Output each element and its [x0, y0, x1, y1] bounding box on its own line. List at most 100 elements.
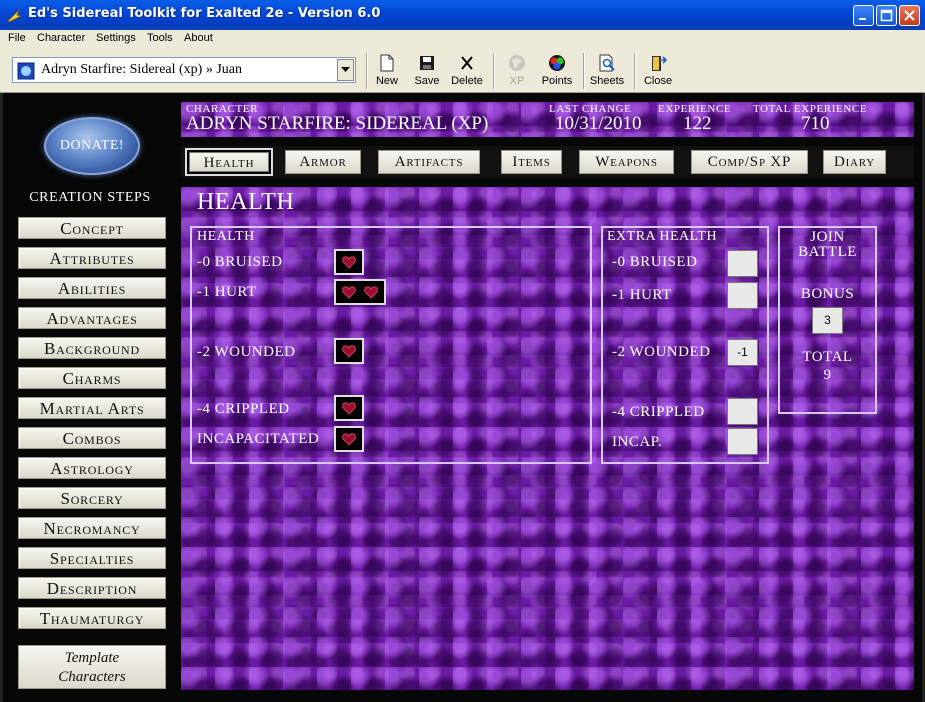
toolbar: Adryn Starfire: Sidereal (xp) » Juan New…: [0, 49, 925, 93]
bonus-label: BONUS: [800, 286, 855, 302]
join-battle-title-line2: BATTLE: [798, 244, 857, 260]
health-group-title: HEALTH: [197, 229, 255, 244]
template-label-line2: Characters: [58, 669, 126, 685]
menu-settings[interactable]: Settings: [96, 32, 136, 44]
points-logo-icon: [549, 55, 565, 71]
sheets-button[interactable]: Sheets: [589, 52, 625, 90]
step-sorcery[interactable]: Sorcery: [18, 487, 166, 509]
toolbar-separator: [493, 53, 495, 89]
close-window-button[interactable]: [899, 5, 920, 26]
toolbar-separator: [366, 53, 368, 89]
step-description[interactable]: Description: [18, 577, 166, 599]
health-hearts-incapacitated[interactable]: [334, 426, 364, 452]
character-icon: [17, 62, 35, 80]
donate-button[interactable]: DONATE!: [44, 117, 140, 175]
character-select[interactable]: Adryn Starfire: Sidereal (xp) » Juan: [12, 57, 356, 83]
heart-icon: [364, 286, 378, 299]
step-astrology[interactable]: Astrology: [18, 457, 166, 479]
extra-health-input-crippled[interactable]: [727, 398, 758, 425]
delete-x-icon: [461, 56, 473, 70]
xp-logo-icon: [509, 55, 525, 71]
step-charms[interactable]: Charms: [18, 367, 166, 389]
page-title: HEALTH: [197, 189, 295, 215]
toolbar-separator: [634, 53, 636, 89]
menu-bar: File Character Settings Tools About: [0, 30, 925, 49]
close-button[interactable]: Close: [641, 52, 675, 90]
health-hearts-wounded[interactable]: [334, 338, 364, 364]
heart-icon: [342, 256, 356, 269]
health-level-label: INCAPACITATED: [197, 431, 320, 447]
close-label: Close: [643, 75, 673, 87]
total-value: 9: [823, 367, 832, 383]
tab-armor[interactable]: Armor: [285, 150, 361, 174]
extra-health-input-wounded[interactable]: -1: [727, 339, 758, 366]
xp-label: XP: [509, 75, 525, 87]
step-abilities[interactable]: Abilities: [18, 277, 166, 299]
xp-button[interactable]: XP: [502, 52, 532, 90]
heart-icon: [342, 286, 356, 299]
health-hearts-bruised[interactable]: [334, 249, 364, 275]
step-attributes[interactable]: Attributes: [18, 247, 166, 269]
extra-health-label: -2 WOUNDED: [612, 344, 711, 360]
menu-about[interactable]: About: [184, 32, 213, 44]
step-background[interactable]: Background: [18, 337, 166, 359]
sheets-magnifier-icon: [599, 54, 615, 72]
health-hearts-hurt[interactable]: [334, 279, 386, 305]
menu-file[interactable]: File: [8, 32, 26, 44]
health-level-label: -4 CRIPPLED: [197, 401, 290, 417]
creation-steps-title: CREATION STEPS: [29, 190, 151, 205]
save-button[interactable]: Save: [412, 52, 442, 90]
app-icon: [7, 8, 22, 23]
new-file-icon: [380, 54, 394, 72]
health-level-label: -2 WOUNDED: [197, 344, 296, 360]
heart-icon: [342, 433, 356, 446]
points-button[interactable]: Points: [538, 52, 576, 90]
step-concept[interactable]: Concept: [18, 217, 166, 239]
tab-items[interactable]: Items: [501, 150, 562, 174]
tab-diary[interactable]: Diary: [823, 150, 886, 174]
extra-health-label: -0 BRUISED: [612, 254, 698, 270]
heart-icon: [342, 345, 356, 358]
menu-character[interactable]: Character: [37, 32, 85, 44]
step-specialties[interactable]: Specialties: [18, 547, 166, 569]
template-characters-button[interactable]: Template Characters: [18, 645, 166, 689]
health-hearts-crippled[interactable]: [334, 395, 364, 421]
extra-health-input-incap[interactable]: [727, 428, 758, 455]
delete-button[interactable]: Delete: [450, 52, 484, 90]
delete-label: Delete: [451, 75, 483, 87]
tab-comp-sp-xp[interactable]: Comp/Sp XP: [691, 150, 808, 174]
menu-tools[interactable]: Tools: [147, 32, 173, 44]
donate-label: DONATE!: [59, 138, 125, 153]
tab-artifacts[interactable]: Artifacts: [378, 150, 480, 174]
step-martial-arts[interactable]: Martial Arts: [18, 397, 166, 419]
extra-health-input-bruised[interactable]: [727, 250, 758, 277]
join-battle-title: JOIN BATTLE: [780, 229, 875, 261]
toolbar-separator: [583, 53, 585, 89]
step-thaumaturgy[interactable]: Thaumaturgy: [18, 607, 166, 629]
dropdown-button[interactable]: [337, 59, 354, 81]
sheets-label: Sheets: [589, 75, 625, 87]
bonus-input[interactable]: 3: [812, 307, 843, 334]
step-necromancy[interactable]: Necromancy: [18, 517, 166, 539]
template-label-line1: Template: [64, 650, 120, 666]
new-button[interactable]: New: [372, 52, 402, 90]
health-level-label: -0 BRUISED: [197, 254, 283, 270]
minimize-button[interactable]: [853, 5, 874, 26]
health-level-label: -1 HURT: [197, 284, 257, 300]
close-icon: [904, 10, 915, 21]
new-label: New: [375, 75, 398, 87]
total-experience-value: 710: [801, 113, 830, 134]
extra-health-input-hurt[interactable]: [727, 282, 758, 309]
extra-health-label: -1 HURT: [612, 287, 672, 303]
total-label: TOTAL: [802, 349, 853, 365]
tab-weapons[interactable]: Weapons: [579, 150, 674, 174]
step-combos[interactable]: Combos: [18, 427, 166, 449]
extra-health-title: EXTRA HEALTH: [607, 229, 718, 244]
maximize-button[interactable]: [876, 5, 897, 26]
tab-health[interactable]: Health: [185, 148, 273, 176]
extra-health-label: INCAP.: [612, 434, 663, 450]
step-advantages[interactable]: Advantages: [18, 307, 166, 329]
window-title: Ed's Sidereal Toolkit for Exalted 2e - V…: [28, 6, 381, 21]
experience-value: 122: [683, 113, 712, 134]
heart-icon: [342, 402, 356, 415]
